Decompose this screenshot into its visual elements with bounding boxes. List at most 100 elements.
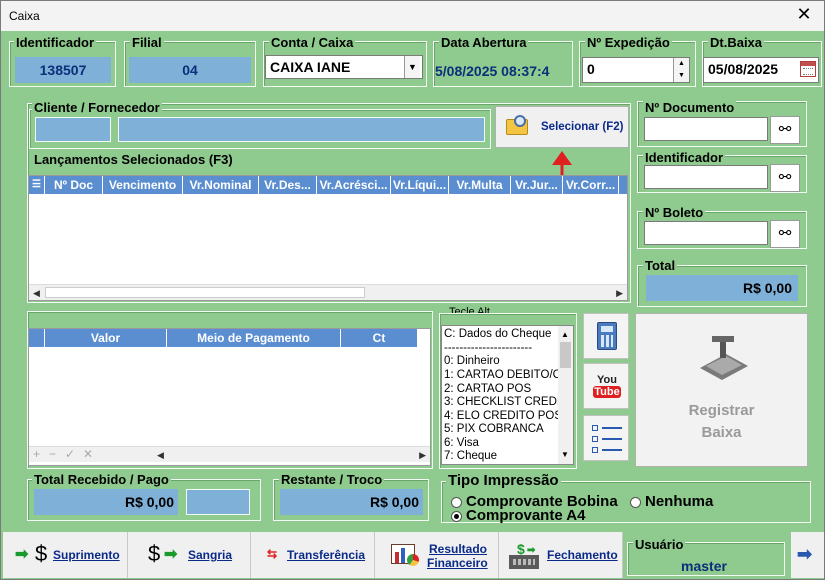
list-item[interactable]: 6: Visa [444, 437, 558, 451]
cancel-row-icon[interactable]: ✕ [83, 447, 93, 461]
data-abertura-label: Data Abertura [439, 35, 529, 50]
list-item[interactable]: 2: CARTAO POS [444, 383, 558, 397]
fechamento-button[interactable]: $ ➡ Fechamento [499, 532, 623, 578]
col-header[interactable]: Vr.Des... [259, 176, 317, 194]
confirm-row-icon[interactable]: ✓ [65, 447, 75, 461]
col-header[interactable]: Vr.Multa [449, 176, 511, 194]
list-item[interactable]: 4: ELO CREDITO POS [444, 410, 558, 424]
selecionar-label: Selecionar (F2) [541, 121, 624, 133]
financeiro-label: Financeiro [427, 556, 488, 570]
sangria-label: Sangria [188, 548, 233, 562]
total-recebido-label: Total Recebido / Pago [32, 472, 171, 487]
calendar-icon[interactable] [800, 61, 816, 77]
boleto-field[interactable] [644, 221, 768, 245]
sangria-button[interactable]: $ ➡ Sangria [128, 532, 251, 578]
lancamentos-grid[interactable]: ☰ Nº Doc Vencimento Vr.Nominal Vr.Des...… [28, 175, 628, 301]
window-title: Caixa [9, 9, 40, 23]
radio-nenhuma[interactable] [630, 497, 641, 508]
scroll-thumb[interactable] [45, 287, 365, 298]
col-header[interactable]: Vr.Jur... [511, 176, 563, 194]
calculator-button[interactable] [583, 313, 629, 359]
identificador-label: Identificador [14, 35, 97, 50]
list-icon [592, 424, 622, 454]
chevron-down-icon[interactable]: ▼ [404, 56, 420, 78]
list-item[interactable]: 0: Dinheiro [444, 355, 558, 369]
pagamentos-grid[interactable]: Valor Meio de Pagamento Ct + − ✓ ✕ ◀ ▶ [28, 328, 431, 466]
col-header[interactable]: Vr.Nominal [183, 176, 259, 194]
scroll-left-icon[interactable]: ◀ [33, 288, 40, 299]
youtube-button[interactable]: You Tube [583, 363, 629, 409]
col-header[interactable]: Vr.Corr... [563, 176, 619, 194]
col-header[interactable]: Meio de Pagamento [167, 329, 341, 347]
resultado-label: Resultado [429, 542, 488, 556]
col-header[interactable]: Vr.Líqui... [391, 176, 449, 194]
documento-field[interactable] [644, 117, 768, 141]
list-item[interactable]: 5: PIX COBRANCA [444, 423, 558, 437]
transferencia-button[interactable]: ⇆ Transferência [251, 532, 375, 578]
scroll-right-icon[interactable]: ▶ [616, 288, 623, 299]
resultado-financeiro-button[interactable]: Resultado Financeiro [375, 532, 499, 578]
radio-a4-label[interactable]: Comprovante A4 [466, 507, 585, 524]
total-label: Total [643, 258, 678, 273]
cliente-name-field[interactable] [118, 117, 485, 142]
scroll-thumb[interactable] [560, 342, 571, 368]
col-header[interactable]: Vr.Acrésci... [317, 176, 391, 194]
scroll-right-icon[interactable]: ▶ [419, 450, 426, 461]
stepper-down-icon[interactable]: ▼ [673, 70, 689, 82]
list-item[interactable]: 7: Cheque [444, 450, 558, 464]
documento-label: Nº Documento [643, 100, 737, 115]
conta-value: CAIXA IANE [270, 59, 351, 75]
list-separator: ----------------------- [444, 342, 533, 354]
dt-baixa-field[interactable]: 05/08/2025 [703, 57, 819, 83]
col-header[interactable]: Valor [45, 329, 167, 347]
stepper-up-icon[interactable]: ▲ [673, 58, 689, 70]
list-item[interactable]: C: Dados do Cheque [444, 328, 560, 342]
scroll-down-icon[interactable]: ▼ [561, 448, 569, 462]
list-view-button[interactable] [583, 415, 629, 461]
list-item[interactable]: 3: CHECKLIST CREDIT [444, 396, 558, 410]
radio-nenhuma-label[interactable]: Nenhuma [645, 493, 713, 510]
binoculars-icon[interactable]: ⚯ [770, 116, 800, 144]
dt-baixa-label: Dt.Baixa [708, 35, 765, 50]
cash-register-icon: $ ➡ [509, 539, 543, 571]
payment-method-list[interactable]: C: Dados do Cheque ---------------------… [441, 325, 574, 465]
add-row-icon[interactable]: + [33, 447, 40, 461]
pagamentos-hscrollbar[interactable]: + − ✓ ✕ ◀ ▶ [29, 446, 430, 462]
close-icon[interactable]: ✕ [792, 4, 816, 25]
lancamentos-label: Lançamentos Selecionados (F3) [32, 152, 235, 167]
grid-menu-icon[interactable]: ☰ [29, 176, 45, 194]
filial-label: Filial [130, 35, 164, 50]
expedicao-stepper[interactable]: 0 ▲ ▼ [582, 57, 690, 83]
suprimento-button[interactable]: ➡ $ Suprimento [3, 532, 128, 578]
identificador2-field[interactable] [644, 165, 768, 189]
cliente-code-field[interactable] [35, 117, 111, 142]
col-header[interactable]: Vencimento [103, 176, 183, 194]
transferencia-label: Transferência [287, 548, 366, 562]
col-header[interactable]: Nº Doc [45, 176, 103, 194]
binoculars-icon[interactable]: ⚯ [770, 164, 800, 192]
list-item[interactable]: 1: CARTAO DEBITO/C [444, 369, 558, 383]
registrar-baixa-button[interactable]: Registrar Baixa [635, 313, 808, 467]
list-vscrollbar[interactable]: ▲ ▼ [558, 326, 573, 464]
usuario-label: Usuário [633, 537, 686, 552]
col-header[interactable]: Ct [341, 329, 417, 347]
total-recebido-value: R$ 0,00 [34, 489, 178, 515]
scroll-up-icon[interactable]: ▲ [561, 328, 569, 342]
radio-bobina[interactable] [451, 497, 462, 508]
binoculars-icon[interactable]: ⚯ [770, 220, 800, 248]
expedicao-value: 0 [587, 61, 595, 77]
tipo-impressao-label: Tipo Impressão [446, 472, 561, 489]
fechamento-label: Fechamento [547, 548, 618, 562]
arrow-right-icon: ➡ [797, 544, 813, 564]
next-button[interactable]: ➡ [791, 532, 824, 578]
remove-row-icon[interactable]: − [49, 447, 56, 461]
conta-select[interactable]: CAIXA IANE ▼ [265, 55, 423, 79]
radio-a4[interactable] [451, 511, 462, 522]
total-recebido-extra-field [186, 489, 250, 515]
scroll-left-icon[interactable]: ◀ [157, 450, 164, 461]
lancamentos-hscrollbar[interactable]: ◀ ▶ [29, 284, 627, 300]
dollar-icon: $ [35, 541, 48, 566]
selecionar-button[interactable]: Selecionar (F2) [495, 106, 629, 148]
arrow-right-icon: ➡ [15, 546, 29, 563]
cash-register-icon [700, 336, 748, 380]
